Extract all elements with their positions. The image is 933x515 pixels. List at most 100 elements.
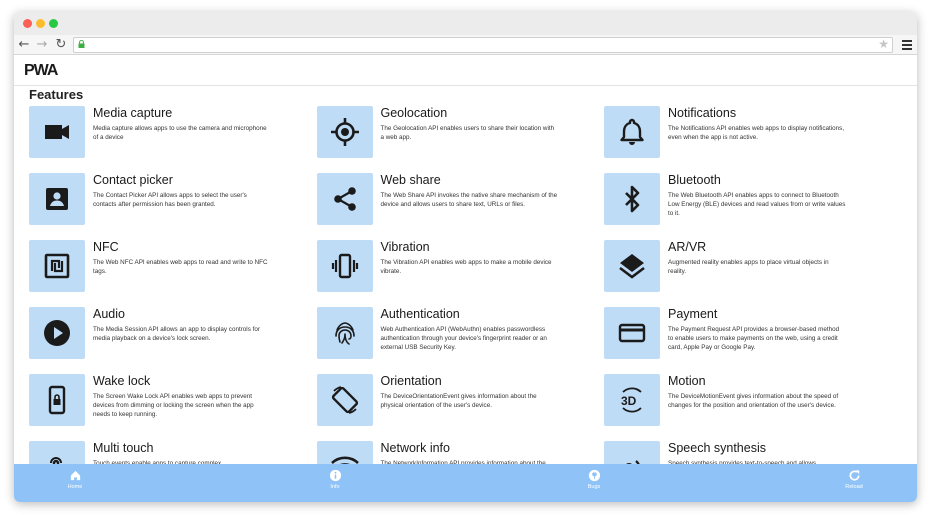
phone-lock-icon: [29, 374, 85, 426]
feature-description: The DeviceOrientationEvent gives informa…: [380, 393, 537, 409]
feature-card[interactable]: Bluetooth The Web Bluetooth API enables a…: [604, 173, 884, 233]
feature-title: Contact picker: [93, 173, 173, 187]
pwa-logo: PWA: [24, 62, 60, 78]
feature-card[interactable]: Wake lock The Screen Wake Lock API enable…: [29, 374, 309, 434]
reload-icon[interactable]: ↻: [53, 35, 69, 54]
feature-card[interactable]: Geolocation The Geolocation API enables u…: [316, 106, 597, 166]
close-window-button[interactable]: [23, 19, 32, 28]
play-icon: [29, 307, 85, 359]
feature-description: The Web Bluetooth API enables apps to co…: [668, 192, 846, 217]
nav-home[interactable]: Home: [45, 469, 105, 490]
bookmark-star-icon[interactable]: ★: [878, 37, 889, 51]
nav-reload[interactable]: Reload: [824, 469, 884, 490]
location-target-icon: [316, 106, 373, 158]
nav-label: Bugs: [587, 484, 601, 490]
feature-title: Web share: [380, 173, 441, 187]
bell-icon: [604, 106, 660, 158]
feature-card[interactable]: Multi touch Touch events enable apps to c…: [29, 441, 309, 464]
feature-card[interactable]: AR/VR Augmented reality enables apps to p…: [604, 240, 884, 300]
feature-title: Audio: [93, 307, 125, 321]
feature-description: The Media Session API allows an app to d…: [93, 326, 260, 342]
maximize-window-button[interactable]: [49, 19, 58, 28]
nav-bugs[interactable]: Bugs: [564, 469, 624, 490]
feature-description: The DeviceMotionEvent gives information …: [668, 393, 839, 409]
network-icon: [316, 441, 373, 464]
nav-label: Info: [330, 484, 340, 490]
feature-title: AR/VR: [668, 240, 707, 254]
feature-description: The Screen Wake Lock API enables web app…: [93, 393, 254, 418]
feature-card[interactable]: 3D Motion The DeviceMotionEvent gives info…: [604, 374, 884, 434]
feature-title: Media capture: [93, 106, 173, 120]
svg-text:3D: 3D: [621, 394, 637, 408]
feature-card[interactable]: NFC The Web NFC API enables web apps to r…: [29, 240, 309, 300]
contact-icon: [29, 173, 85, 225]
3d-rotation-icon: 3D: [604, 374, 660, 426]
back-arrow-icon[interactable]: ←: [16, 35, 32, 54]
feature-card[interactable]: Web share The Web Share API invokes the n…: [316, 173, 597, 233]
feature-title: Network info: [380, 441, 450, 455]
feature-title: Speech synthesis: [668, 441, 766, 455]
feature-description: Augmented reality enables apps to place …: [668, 259, 829, 275]
info-icon: [305, 469, 365, 482]
home-icon: [45, 469, 105, 482]
feature-card[interactable]: Authentication Web Authentication API (We…: [316, 307, 597, 367]
feature-title: Authentication: [380, 307, 460, 321]
title-bar: [14, 12, 917, 35]
feature-card[interactable]: Vibration The Vibration API enables web a…: [316, 240, 597, 300]
feature-card[interactable]: Orientation The DeviceOrientationEvent gi…: [316, 374, 597, 434]
speaker-icon: [604, 441, 660, 464]
touch-icon: [29, 441, 85, 464]
nav-label: Home: [67, 484, 83, 490]
feature-card[interactable]: Media capture Media capture allows apps t…: [29, 106, 309, 166]
browser-window: ← → ↻ ★ PWA Features Media capture Media …: [14, 12, 917, 502]
bottom-navigation: Home Info Bugs Reload: [14, 464, 917, 502]
feature-title: Geolocation: [380, 106, 448, 120]
video-camera-icon: [29, 106, 85, 158]
browser-menu-icon[interactable]: [902, 40, 912, 52]
credit-card-icon: [604, 307, 660, 359]
main-content: Features Media capture Media capture allo…: [14, 86, 917, 464]
feature-title: Motion: [668, 374, 706, 388]
share-icon: [316, 173, 373, 225]
address-bar[interactable]: ★: [73, 37, 893, 53]
nfc-icon: [29, 240, 85, 292]
feature-card[interactable]: Speech synthesis Speech synthesis provide…: [604, 441, 884, 464]
feature-card[interactable]: Audio The Media Session API allows an app…: [29, 307, 309, 367]
feature-description: The Contact Picker API allows apps to se…: [93, 192, 247, 208]
feature-description: The Vibration API enables web apps to ma…: [380, 259, 552, 275]
browser-toolbar: ← → ↻ ★: [14, 35, 917, 55]
feature-description: Web Authentication API (WebAuthn) enable…: [380, 326, 547, 351]
section-title: Features: [29, 87, 84, 102]
feature-title: Bluetooth: [668, 173, 721, 187]
svg-text:PWA: PWA: [24, 62, 59, 78]
feature-description: The Payment Request API provides a brows…: [668, 326, 840, 351]
bluetooth-icon: [604, 173, 660, 225]
feature-title: Notifications: [668, 106, 737, 120]
github-icon: [564, 469, 624, 482]
feature-description: The Notifications API enables web apps t…: [668, 125, 845, 141]
screen-rotation-icon: [316, 374, 373, 426]
feature-description: The Web NFC API enables web apps to read…: [93, 259, 268, 275]
fingerprint-icon: [316, 307, 373, 359]
feature-card[interactable]: Network info The NetworkInformation API p…: [316, 441, 597, 464]
feature-description: The Web Share API invokes the native sha…: [380, 192, 558, 208]
vibration-icon: [316, 240, 373, 292]
minimize-window-button[interactable]: [36, 19, 45, 28]
feature-title: Wake lock: [93, 374, 151, 388]
nav-info[interactable]: Info: [305, 469, 365, 490]
layers-icon: [604, 240, 660, 292]
feature-title: Vibration: [380, 240, 430, 254]
feature-card[interactable]: Payment The Payment Request API provides …: [604, 307, 884, 367]
feature-title: Multi touch: [93, 441, 154, 455]
feature-description: Media capture allows apps to use the cam…: [93, 125, 267, 141]
lock-icon: [78, 40, 85, 48]
reload-icon: [824, 469, 884, 482]
nav-label: Reload: [845, 484, 863, 490]
app-header: PWA: [14, 55, 917, 86]
feature-card[interactable]: Notifications The Notifications API enabl…: [604, 106, 884, 166]
forward-arrow-icon[interactable]: →: [34, 35, 50, 54]
feature-title: NFC: [93, 240, 119, 254]
feature-card[interactable]: Contact picker The Contact Picker API all…: [29, 173, 309, 233]
feature-title: Orientation: [380, 374, 442, 388]
feature-description: The Geolocation API enables users to sha…: [380, 125, 555, 141]
